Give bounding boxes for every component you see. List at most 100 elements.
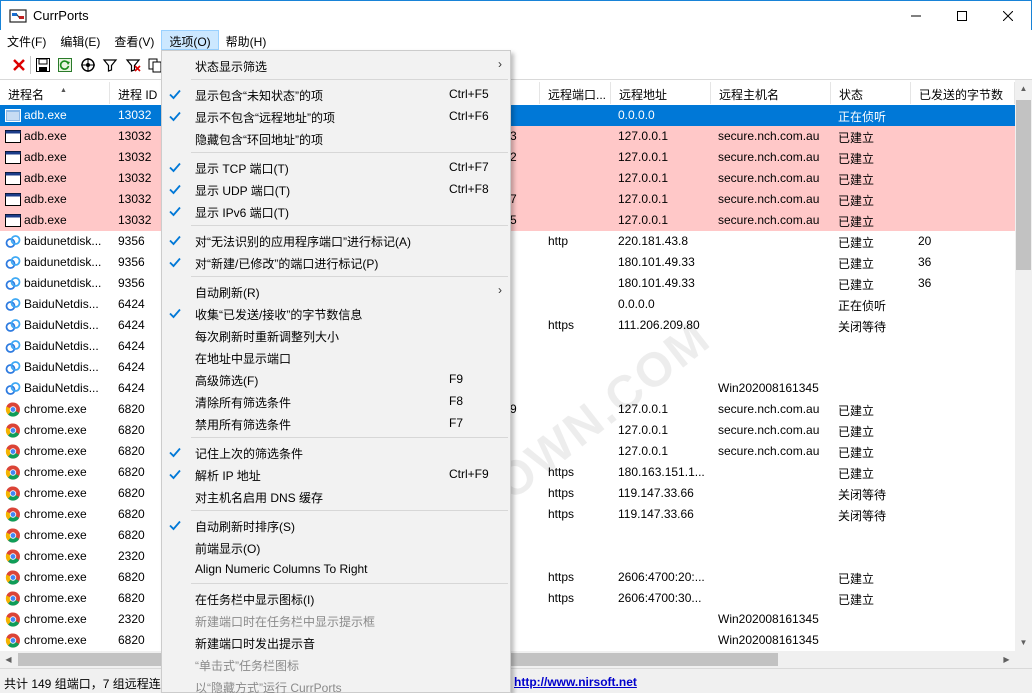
cell-pid: 9356	[118, 255, 145, 269]
cell-name: BaiduNetdis...	[24, 381, 99, 395]
scroll-down-icon[interactable]: ▼	[1015, 634, 1032, 651]
close-ports-button[interactable]	[9, 55, 29, 75]
menu-4[interactable]: 帮助(H)	[219, 30, 274, 50]
cell-state: 已建立	[838, 404, 875, 418]
menu-item-21[interactable]: 记住上次的筛选条件	[162, 441, 510, 463]
save-button[interactable]	[33, 55, 53, 75]
menu-item-0[interactable]: 状态显示筛选 ›	[162, 54, 510, 76]
cell-raddr: 0.0.0.0	[618, 297, 655, 311]
cell-state: 已建立	[838, 446, 875, 460]
menu-item-15[interactable]: 每次刷新时重新调整列大小	[162, 324, 510, 346]
minimize-icon	[911, 15, 921, 17]
refresh-button[interactable]	[55, 55, 75, 75]
options-menu: 状态显示筛选 › 显示包含“未知状态”的项 Ctrl+F5 显示不包含“远程地址”的项 C…	[161, 50, 511, 693]
menu-item-19[interactable]: 禁用所有筛选条件 F7	[162, 412, 510, 434]
menu-item-label: 高级筛选(F)	[195, 374, 259, 388]
checkmark-icon	[169, 206, 181, 217]
filter-clear-icon	[125, 59, 141, 72]
menu-item-label: 前端显示(O)	[195, 542, 261, 556]
cell-pid: 6820	[118, 528, 145, 542]
menu-item-25[interactable]: 自动刷新时排序(S)	[162, 514, 510, 536]
menu-item-29[interactable]: 在任务栏中显示图标(I)	[162, 587, 510, 609]
menu-item-label: 清除所有筛选条件	[195, 396, 292, 410]
scroll-right-icon[interactable]: ▶	[998, 651, 1015, 668]
menu-item-23[interactable]: 对主机名启用 DNS 缓存	[162, 485, 510, 507]
cell-raddr: 127.0.0.1	[618, 423, 669, 437]
column-header-label: 已发送的字节数	[919, 88, 1004, 102]
menu-item-4[interactable]: 隐藏包含“环回地址”的项	[162, 127, 510, 149]
column-header-0[interactable]: 进程名 ▲	[0, 82, 110, 104]
menu-item-10[interactable]: 对“无法识别的应用程序端口”进行标记(A)	[162, 229, 510, 251]
properties-button[interactable]	[78, 55, 98, 75]
menu-item-7[interactable]: 显示 UDP 端口(T) Ctrl+F8	[162, 178, 510, 200]
column-header-5[interactable]: 远程主机名	[711, 82, 831, 104]
cell-pid: 6820	[118, 465, 145, 479]
menu-item-17[interactable]: 高级筛选(F) F9	[162, 368, 510, 390]
menu-separator	[191, 437, 508, 438]
ports-list-view[interactable]: 进程名▲进程 ID口远程端口...远程地址远程主机名状态已发送的字节数 adb.…	[0, 80, 1032, 668]
cell-host: secure.nch.com.au	[718, 423, 820, 437]
menu-item-31[interactable]: 新建端口时发出提示音	[162, 631, 510, 653]
scroll-left-icon[interactable]: ◀	[0, 651, 17, 668]
filter-button[interactable]	[100, 55, 120, 75]
cell-name: chrome.exe	[24, 633, 87, 647]
menu-item-14[interactable]: 收集“已发送/接收”的字节数信息	[162, 302, 510, 324]
cell-name: chrome.exe	[24, 486, 87, 500]
column-header-7[interactable]: 已发送的字节数	[911, 82, 1015, 104]
menu-item-label: 解析 IP 地址	[195, 469, 261, 483]
cell-state: 已建立	[838, 593, 875, 607]
nirsoft-link[interactable]: http://www.nirsoft.net	[514, 675, 637, 689]
menu-item-label: 以“隐藏方式”运行 CurrPorts	[195, 681, 342, 693]
menu-item-label: 显示 UDP 端口(T)	[195, 184, 291, 198]
menu-item-6[interactable]: 显示 TCP 端口(T) Ctrl+F7	[162, 156, 510, 178]
menu-item-27[interactable]: Align Numeric Columns To Right	[162, 558, 510, 580]
vertical-scrollbar[interactable]: ▲ ▼	[1015, 80, 1032, 651]
column-header-4[interactable]: 远程地址	[611, 82, 711, 104]
cell-name: adb.exe	[24, 129, 67, 143]
menu-item-2[interactable]: 显示包含“未知状态”的项 Ctrl+F5	[162, 83, 510, 105]
menu-item-3[interactable]: 显示不包含“远程地址”的项 Ctrl+F6	[162, 105, 510, 127]
menu-item-label: 记住上次的筛选条件	[195, 447, 304, 461]
column-header-label: 状态	[839, 88, 864, 102]
sort-ascending-icon: ▲	[60, 87, 67, 94]
menu-separator	[191, 276, 508, 277]
menu-item-label: 对主机名启用 DNS 缓存	[195, 491, 324, 505]
cell-sent: 20	[918, 234, 932, 248]
scrollbar-corner	[1015, 651, 1032, 668]
scroll-up-icon[interactable]: ▲	[1015, 80, 1032, 97]
cell-host: secure.nch.com.au	[718, 150, 820, 164]
menu-1[interactable]: 编辑(E)	[53, 30, 107, 50]
menu-item-13[interactable]: 自动刷新(R) ›	[162, 280, 510, 302]
maximize-button[interactable]	[939, 1, 985, 31]
menu-2[interactable]: 查看(V)	[107, 30, 161, 50]
cell-name: BaiduNetdis...	[24, 339, 99, 353]
menu-0[interactable]: 文件(F)	[0, 30, 53, 50]
cell-name: chrome.exe	[24, 507, 87, 521]
menu-item-11[interactable]: 对“新建/已修改”的端口进行标记(P)	[162, 251, 510, 273]
minimize-button[interactable]	[893, 1, 939, 31]
cell-pid: 13032	[118, 150, 152, 164]
cell-name: chrome.exe	[24, 612, 87, 626]
menu-3[interactable]: 选项(O)	[161, 30, 219, 50]
column-header-3[interactable]: 远程端口...	[540, 82, 611, 104]
cell-rport: https	[548, 570, 575, 584]
column-header-label: 远程地址	[619, 88, 668, 102]
cell-raddr: 127.0.0.1	[618, 444, 669, 458]
cell-pid: 6820	[118, 591, 145, 605]
cell-name: chrome.exe	[24, 402, 87, 416]
menu-item-18[interactable]: 清除所有筛选条件 F8	[162, 390, 510, 412]
menu-item-8[interactable]: 显示 IPv6 端口(T)	[162, 200, 510, 222]
menu-item-26[interactable]: 前端显示(O)	[162, 536, 510, 558]
cell-name: baidunetdisk...	[24, 255, 102, 269]
vertical-scroll-thumb[interactable]	[1016, 100, 1031, 270]
cell-name: baidunetdisk...	[24, 234, 102, 248]
menu-item-22[interactable]: 解析 IP 地址 Ctrl+F9	[162, 463, 510, 485]
cell-host: Win202008161345	[718, 612, 819, 626]
cell-state: 关闭等待	[838, 509, 887, 523]
cell-host: secure.nch.com.au	[718, 213, 820, 227]
column-header-6[interactable]: 状态	[831, 82, 911, 104]
filter-clear-button[interactable]	[123, 55, 143, 75]
close-window-button[interactable]	[985, 1, 1031, 31]
menu-item-16[interactable]: 在地址中显示端口	[162, 346, 510, 368]
column-header-1[interactable]: 进程 ID	[110, 82, 162, 104]
